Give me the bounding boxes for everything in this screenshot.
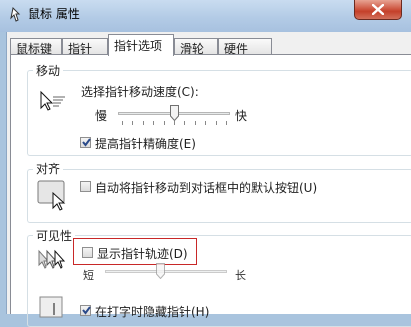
speed-slider-tick xyxy=(122,121,123,125)
hide-pointer-checkbox[interactable] xyxy=(80,305,91,316)
speed-slider-tick xyxy=(184,121,186,125)
hide-pointer-icon xyxy=(39,296,63,318)
speed-slider-tick xyxy=(205,121,207,125)
tab-panel: 移动 选择指针移动速度(C): 慢 快 提高指针精确度(E) 对齐 自动将指针移… xyxy=(10,54,411,327)
close-icon xyxy=(372,4,384,15)
motion-group-title: 移动 xyxy=(33,62,64,79)
title-bar[interactable]: 鼠标 属性 xyxy=(0,0,411,32)
snap-checkbox[interactable] xyxy=(80,181,91,192)
close-button[interactable] xyxy=(354,0,402,20)
precision-label[interactable]: 提高指针精确度(E) xyxy=(95,135,196,152)
precision-checkbox[interactable] xyxy=(80,137,91,148)
tab-buttons[interactable]: 鼠标键 xyxy=(10,38,62,56)
mouse-app-icon xyxy=(10,6,21,22)
tab-hardware[interactable]: 硬件 xyxy=(218,38,272,56)
trail-length-thumb[interactable] xyxy=(155,263,165,279)
hide-pointer-label[interactable]: 在打字时隐藏指针(H) xyxy=(95,303,209,320)
speed-slider-thumb[interactable] xyxy=(169,105,179,121)
trails-label[interactable]: 显示指针轨迹(D) xyxy=(97,245,188,262)
snap-group xyxy=(27,169,411,223)
short-label: 短 xyxy=(83,269,94,282)
speed-slider-tick xyxy=(163,121,165,125)
fast-label: 快 xyxy=(235,109,248,123)
snap-label[interactable]: 自动将指针移动到对话框中的默认按钮(U) xyxy=(95,179,317,196)
long-label: 长 xyxy=(235,269,246,282)
trails-checkbox[interactable] xyxy=(82,247,93,258)
pointer-trails-icon xyxy=(38,249,66,269)
check-icon xyxy=(82,306,91,315)
speed-slider-tick xyxy=(215,121,217,125)
speed-label: 选择指针移动速度(C): xyxy=(81,85,199,99)
visibility-group-title: 可见性 xyxy=(33,227,76,244)
trail-length-track[interactable] xyxy=(105,270,227,273)
speed-slider-tick xyxy=(153,121,155,125)
speed-slider-tick xyxy=(194,121,196,125)
snap-to-button-icon xyxy=(37,180,66,211)
snap-group-title: 对齐 xyxy=(33,160,64,177)
check-icon xyxy=(82,138,91,147)
speed-slider-tick xyxy=(142,121,144,125)
tab-pointers[interactable]: 指针 xyxy=(62,38,108,56)
speed-slider-tick xyxy=(226,121,227,125)
speed-slider-tick xyxy=(174,121,175,125)
tab-wheel[interactable]: 滑轮 xyxy=(174,38,218,56)
tab-pointer-options[interactable]: 指针选项 xyxy=(108,34,174,56)
window-title: 鼠标 属性 xyxy=(28,7,80,21)
pointer-speed-icon xyxy=(40,90,65,111)
slow-label: 慢 xyxy=(95,109,108,123)
speed-slider-tick xyxy=(132,121,134,125)
